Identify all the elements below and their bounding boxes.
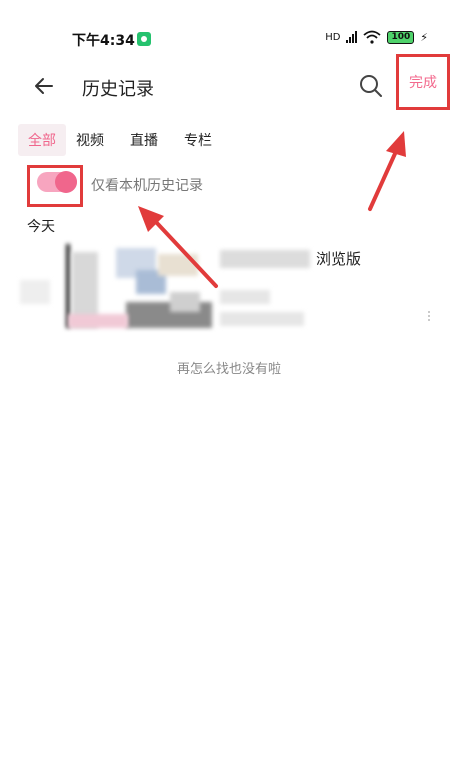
section-heading-today: 今天 [27,219,55,235]
back-arrow-icon[interactable] [32,74,56,98]
network-type-label: HD [325,31,341,43]
history-item-title: 浏览版 [316,250,362,268]
wifi-icon [363,30,382,44]
done-button[interactable]: 完成 [396,54,450,110]
status-indicators: HD 100 ⚡ [325,30,428,44]
search-icon[interactable] [358,73,384,99]
status-time: 下午4:34 [72,33,135,49]
toggle-knob [55,171,77,193]
page-title: 历史记录 [82,79,154,100]
annotation-arrow-done [368,131,406,211]
signal-icon [346,31,358,43]
tab-column[interactable]: 专栏 [184,124,224,156]
history-item[interactable]: 浏览版 [20,240,440,332]
tab-live[interactable]: 直播 [130,124,170,156]
local-history-label: 仅看本机历史记录 [91,178,203,194]
category-tabs: 全部 视频 直播 专栏 [18,124,224,156]
app-notification-icon [137,32,151,46]
status-bar: 下午4:34 HD 100 ⚡ [0,0,458,72]
more-options-icon[interactable] [426,310,432,324]
local-history-toggle[interactable] [37,171,77,193]
charging-icon: ⚡ [420,30,428,44]
end-of-list-message: 再怎么找也没有啦 [176,362,281,377]
battery-icon: 100 [387,30,415,44]
tab-video[interactable]: 视频 [76,124,116,156]
tab-all[interactable]: 全部 [18,124,66,156]
